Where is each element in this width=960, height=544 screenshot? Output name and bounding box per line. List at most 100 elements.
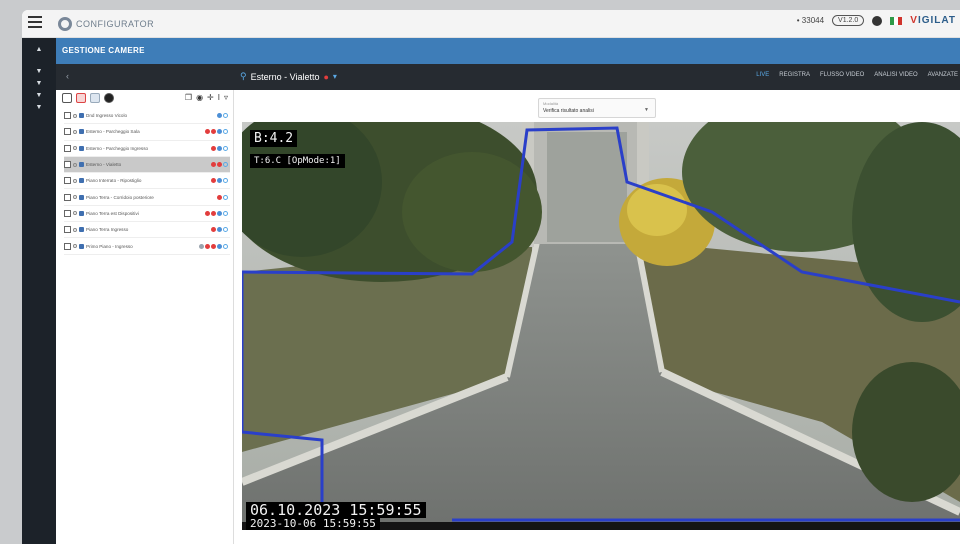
camera-list-item[interactable]: Primo Piano - Ingresso: [64, 238, 230, 255]
menu-icon[interactable]: [28, 16, 42, 30]
signal-icon: [223, 113, 228, 119]
italian-flag-icon[interactable]: [890, 16, 903, 25]
motion-status-icon: [217, 113, 222, 119]
signal-icon: ▾: [332, 72, 337, 81]
camera-status-icons: [199, 243, 228, 249]
camera-checkbox[interactable]: [64, 209, 71, 217]
camera-list-item[interactable]: Piano Terra - Corridoio posteriore: [64, 189, 230, 206]
camera-status-icons: [217, 194, 228, 200]
logo-text: CONFIGURATOR: [76, 19, 155, 29]
module-title: GESTIONE CAMERE: [56, 38, 960, 64]
camera-list-item[interactable]: Piano Terra Ingresso: [64, 222, 230, 239]
brand-text: IGILAT: [917, 15, 956, 26]
camera-live-image[interactable]: B:4.2 T:6.C [OpMode:1] 06.10.2023 15:59:…: [242, 122, 960, 530]
camera-title: ⚲ Esterno - Vialetto ● ▾: [240, 71, 337, 82]
camera-icon: [79, 145, 84, 151]
status-dot-icon: [73, 113, 77, 118]
signal-icon: [223, 162, 228, 168]
filter-blue-icon[interactable]: [90, 93, 100, 103]
osd-datetime-secondary: 2023-10-06 15:59:55: [246, 518, 380, 530]
settings-icon[interactable]: [104, 93, 114, 103]
camera-name: Esterno - Parcheggio Sala: [86, 129, 140, 135]
camera-icon: ⚲: [240, 71, 247, 81]
status-dot-icon: [73, 227, 77, 232]
rail-item-up-icon[interactable]: ▲: [30, 46, 48, 56]
signal-icon: [223, 129, 228, 135]
mode-select[interactable]: Modalità Verifica risultato analisi ▼: [538, 98, 656, 118]
motion-status-icon: [217, 227, 222, 233]
pin-icon[interactable]: ✛: [207, 93, 214, 102]
system-code: • 33044: [796, 16, 825, 25]
app-logo: CONFIGURATOR: [58, 17, 154, 31]
record-status-icon: [211, 129, 216, 135]
rail-item-2-icon[interactable]: ▼: [30, 80, 48, 90]
tab-live[interactable]: LIVE: [756, 72, 769, 78]
camera-list-item[interactable]: Esterno - Parcheggio Sala: [64, 124, 230, 141]
status-dot-icon: [73, 195, 77, 200]
osd-temperature: T:6.C [OpMode:1]: [250, 154, 345, 168]
camera-name: Esterno - Parcheggio Ingresso: [86, 145, 149, 151]
camera-checkbox[interactable]: [64, 161, 71, 169]
mode-select-value: Verifica risultato analisi: [543, 108, 594, 114]
rail-item-3-icon[interactable]: ▼: [30, 92, 48, 102]
tab-analisi-video[interactable]: ANALISI VIDEO: [874, 72, 917, 78]
camera-list-item[interactable]: Esterno - Vialetto: [64, 156, 230, 174]
copy-icon[interactable]: ❐: [185, 93, 192, 102]
list-tools: ❐ ◉ ✛ I ▿: [60, 93, 230, 105]
top-right-area: • 33044 V1.2.0 VIGILAT: [797, 15, 956, 26]
camera-checkbox[interactable]: [64, 177, 71, 185]
camera-name: Piano Terra - Corridoio posteriore: [86, 194, 154, 200]
user-icon[interactable]: [872, 15, 883, 26]
camera-icon: [79, 194, 84, 200]
record-status-icon: [211, 145, 216, 151]
mode-select-label: Modalità: [543, 101, 559, 106]
camera-filter-icon[interactable]: ◉: [196, 93, 203, 102]
toolbar-actions: LIVE REGISTRA FLUSSO VIDEO ANALISI VIDEO…: [756, 72, 958, 78]
select-all-icon[interactable]: [62, 93, 72, 103]
camera-status-icons: [205, 210, 228, 216]
camera-status-icons: [211, 145, 228, 151]
signal-icon: [223, 178, 228, 184]
record-status-icon: [211, 210, 216, 216]
camera-list: Dnd Ingresso Vicolo Esterno - Parcheggio …: [64, 108, 230, 255]
camera-checkbox[interactable]: [64, 144, 71, 152]
camera-status-icons: [217, 113, 228, 119]
motion-status-icon: [217, 145, 222, 151]
camera-checkbox[interactable]: [64, 128, 71, 136]
camera-list-item[interactable]: Dnd Ingresso Vicolo: [64, 108, 230, 125]
record-status-icon: [211, 243, 216, 249]
motion-status-icon: [217, 178, 222, 184]
osd-bitrate: B:4.2: [250, 130, 298, 147]
camera-checkbox[interactable]: [64, 226, 71, 234]
rail-item-1-icon[interactable]: ▼: [30, 68, 48, 78]
filter-red-icon[interactable]: [76, 93, 86, 103]
motion-status-icon: [217, 243, 222, 249]
camera-icon: [79, 227, 84, 233]
camera-name: Dnd Ingresso Vicolo: [86, 113, 128, 119]
tab-registra[interactable]: REGISTRA: [779, 72, 810, 78]
left-rail: ▲ ▼ ▼ ▼ ▼: [22, 38, 56, 544]
record-status-icon: [217, 194, 222, 200]
osd-datetime: 06.10.2023 15:59:55: [246, 502, 426, 518]
tab-flusso-video[interactable]: FLUSSO VIDEO: [820, 72, 864, 78]
camera-scene: [242, 122, 960, 530]
chevron-down-icon: ▼: [644, 107, 649, 113]
text-cursor-icon[interactable]: I: [218, 93, 220, 102]
tab-avanzate[interactable]: AVANZATE: [928, 72, 958, 78]
status-dot-icon: [73, 244, 77, 249]
camera-list-item[interactable]: Piano Interrato - Ripostiglio: [64, 173, 230, 190]
camera-checkbox[interactable]: [64, 242, 71, 250]
status-dot-icon: [73, 178, 77, 183]
camera-icon: [79, 129, 84, 135]
camera-icon: [79, 113, 84, 119]
camera-checkbox[interactable]: [64, 112, 71, 120]
version-badge: V1.2.0: [832, 15, 865, 26]
camera-checkbox[interactable]: [64, 193, 71, 201]
camera-list-item[interactable]: Piano Terra est Dispositivi: [64, 206, 230, 223]
top-bar: CONFIGURATOR • 33044 V1.2.0 VIGILAT: [22, 10, 960, 38]
camera-list-item[interactable]: Esterno - Parcheggio Ingresso: [64, 141, 230, 157]
rail-item-4-icon[interactable]: ▼: [30, 104, 48, 114]
back-icon[interactable]: ‹: [66, 71, 74, 81]
record-status-icon: [217, 162, 222, 168]
signal-filter-icon[interactable]: ▿: [224, 93, 228, 102]
